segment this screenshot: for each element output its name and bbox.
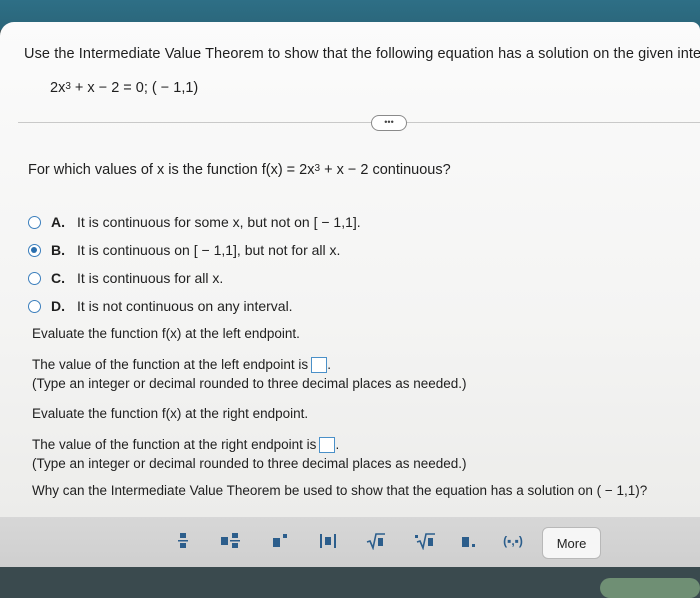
option-d[interactable]: D. It is not continuous on any interval. <box>28 292 361 320</box>
more-button[interactable]: More <box>542 527 601 559</box>
right-endpoint-answer-row: The value of the function at the right e… <box>32 437 340 454</box>
option-text: It is not continuous on any interval. <box>77 298 293 314</box>
nth-root-icon[interactable] <box>414 527 436 555</box>
mixed-number-icon[interactable] <box>220 527 244 555</box>
option-b[interactable]: B. It is continuous on [ − 1,1], but not… <box>28 236 361 264</box>
absolute-value-icon[interactable] <box>318 527 338 555</box>
option-letter: D. <box>51 298 65 314</box>
answer-options: A. It is continuous for some x, but not … <box>28 208 361 320</box>
interval-icon[interactable]: (▪,▪) <box>500 527 526 555</box>
option-a[interactable]: A. It is continuous for some x, but not … <box>28 208 361 236</box>
question-instruction: Use the Intermediate Value Theorem to sh… <box>24 46 700 62</box>
option-text: It is continuous on [ − 1,1], but not fo… <box>77 242 341 258</box>
left-endpoint-prompt: Evaluate the function f(x) at the left e… <box>32 326 300 341</box>
option-text: It is continuous for some x, but not on … <box>77 214 361 230</box>
square-root-icon[interactable] <box>366 527 386 555</box>
radio-option-a[interactable] <box>28 215 41 229</box>
right-endpoint-prompt: Evaluate the function f(x) at the right … <box>32 406 309 421</box>
question-panel: Use the Intermediate Value Theorem to sh… <box>0 22 700 520</box>
left-endpoint-answer-row: The value of the function at the left en… <box>32 357 331 374</box>
divider <box>18 122 700 123</box>
option-letter: A. <box>51 214 65 230</box>
left-endpoint-hint: (Type an integer or decimal rounded to t… <box>32 376 467 391</box>
radio-option-b[interactable] <box>28 243 41 257</box>
final-question: Why can the Intermediate Value Theorem b… <box>32 483 648 498</box>
radio-option-d[interactable] <box>28 299 41 313</box>
sub-question: For which values of x is the function f(… <box>28 162 451 178</box>
math-toolbar: (▪,▪) More <box>0 517 700 567</box>
decimal-icon[interactable] <box>460 527 478 555</box>
option-letter: C. <box>51 270 65 286</box>
fraction-icon[interactable] <box>174 527 192 555</box>
exponent-icon[interactable] <box>272 527 290 555</box>
equation: 2x3 + x − 2 = 0; ( − 1,1) <box>50 80 199 96</box>
option-letter: B. <box>51 242 65 258</box>
option-c[interactable]: C. It is continuous for all x. <box>28 264 361 292</box>
option-text: It is continuous for all x. <box>77 270 224 286</box>
expand-more-button[interactable]: ••• <box>371 115 407 131</box>
left-endpoint-input[interactable] <box>311 357 328 374</box>
right-endpoint-input[interactable] <box>319 437 336 454</box>
right-endpoint-hint: (Type an integer or decimal rounded to t… <box>32 456 467 471</box>
action-button[interactable] <box>600 578 700 598</box>
radio-option-c[interactable] <box>28 271 41 285</box>
